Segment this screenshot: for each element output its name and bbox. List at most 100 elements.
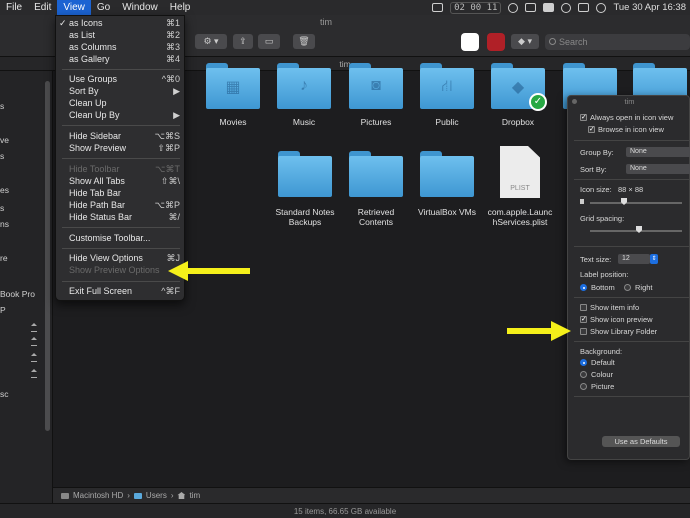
- path-macintosh-hd[interactable]: Macintosh HD: [73, 491, 123, 500]
- bg-colour-radio[interactable]: [580, 371, 587, 378]
- menu-item-hide-path-bar[interactable]: Hide Path Bar ⌥⌘P: [56, 200, 186, 212]
- action-button[interactable]: ⚙ ▾: [195, 34, 227, 49]
- sidebar-scrollbar[interactable]: [45, 81, 50, 431]
- menu-help[interactable]: Help: [164, 0, 197, 15]
- grid-spacing-label: Grid spacing:: [580, 214, 625, 223]
- label-right-radio[interactable]: [624, 284, 631, 291]
- sidebar-item[interactable]: s: [0, 203, 4, 213]
- icon-size-slider[interactable]: [590, 202, 682, 204]
- label-bottom-text: Bottom: [591, 283, 615, 292]
- sidebar-item[interactable]: Book Pro: [0, 289, 35, 299]
- gear-icon: ⚙ ▾: [203, 36, 219, 46]
- show-library-folder-checkbox[interactable]: [580, 328, 587, 335]
- menu-edit[interactable]: Edit: [28, 0, 57, 15]
- menu-item-sort-by[interactable]: Sort By ▶: [56, 86, 186, 98]
- window-title: tim: [320, 17, 332, 27]
- sidebar-item[interactable]: s: [0, 151, 4, 161]
- share-button[interactable]: ⇪: [233, 34, 253, 49]
- acrobat-icon[interactable]: [487, 33, 505, 51]
- menu-view[interactable]: View: [57, 0, 91, 15]
- sort-by-select[interactable]: None: [626, 164, 690, 174]
- menu-file[interactable]: File: [0, 0, 28, 15]
- folder-label: Pictures: [360, 117, 392, 127]
- menu-extras: 02 00 11 Tue 30 Apr 16:38: [432, 0, 690, 15]
- eject-icon[interactable]: [31, 323, 37, 332]
- menu-item-hide-view-options[interactable]: Hide View Options ⌘J: [56, 253, 186, 265]
- label-bottom-radio[interactable]: [580, 284, 587, 291]
- volume-icon[interactable]: [596, 2, 607, 13]
- menubar-datetime[interactable]: Tue 30 Apr 16:38: [613, 2, 686, 13]
- bg-picture-radio[interactable]: [580, 383, 587, 390]
- eject-icon[interactable]: [31, 337, 37, 346]
- screen-share-icon[interactable]: [525, 3, 537, 12]
- folder-standard-notes-backups[interactable]: [278, 151, 332, 197]
- sidebar-item[interactable]: es: [0, 185, 9, 195]
- plist-file-icon[interactable]: PLIST: [500, 146, 540, 198]
- app-shortcut-icon[interactable]: [461, 33, 479, 51]
- show-icon-preview-checkbox[interactable]: ✓: [580, 316, 587, 323]
- menu-separator: [62, 158, 180, 159]
- eject-icon[interactable]: [31, 353, 37, 362]
- text-size-select[interactable]: 12: [618, 254, 650, 264]
- menu-separator: [62, 125, 180, 126]
- sidebar-item[interactable]: ns: [0, 219, 9, 229]
- path-tim[interactable]: tim: [189, 491, 200, 500]
- use-as-defaults-button[interactable]: Use as Defaults: [602, 436, 680, 447]
- music-note-icon: ♪: [300, 77, 308, 94]
- folder-movies[interactable]: ▦: [206, 63, 260, 109]
- always-open-checkbox[interactable]: ✓: [580, 114, 587, 121]
- group-by-select[interactable]: None: [626, 147, 690, 157]
- menu-item-show-preview-options: Show Preview Options: [69, 265, 160, 275]
- sync-icon[interactable]: [508, 2, 519, 13]
- menu-item-as-icons[interactable]: ✓ as Icons ⌘1: [56, 18, 186, 30]
- menu-item-exit-full-screen[interactable]: Exit Full Screen ^⌘F: [56, 286, 186, 298]
- menu-item-customise-toolbar[interactable]: Customise Toolbar...: [56, 233, 186, 245]
- folder-music[interactable]: ♪: [277, 63, 331, 109]
- menu-item-hide-status-bar[interactable]: Hide Status Bar ⌘/: [56, 212, 186, 224]
- sidebar-item[interactable]: re: [0, 253, 8, 263]
- tags-button[interactable]: ▭: [258, 34, 280, 49]
- battery-icon[interactable]: [578, 3, 590, 12]
- menu-item-hide-tab-bar[interactable]: Hide Tab Bar: [56, 188, 186, 200]
- menu-item-as-gallery[interactable]: as Gallery ⌘4: [56, 54, 186, 66]
- dropbox-button[interactable]: ◆ ▾: [511, 34, 539, 49]
- sidebar-item[interactable]: sc: [0, 389, 9, 399]
- delete-button[interactable]: 🗑: [293, 34, 315, 49]
- menu-item-show-preview[interactable]: Show Preview ⇧⌘P: [56, 143, 186, 155]
- menu-item-use-groups[interactable]: Use Groups ^⌘0: [56, 74, 186, 86]
- folder-label: Dropbox: [501, 117, 535, 127]
- menu-item-as-columns[interactable]: as Columns ⌘3: [56, 42, 186, 54]
- text-size-stepper[interactable]: ⇕: [650, 254, 658, 264]
- menu-item-clean-up[interactable]: Clean Up: [56, 98, 186, 110]
- search-field[interactable]: Search: [545, 34, 690, 50]
- grid-spacing-slider[interactable]: [590, 230, 682, 232]
- battery-level-icon[interactable]: [543, 3, 555, 12]
- menu-window[interactable]: Window: [116, 0, 164, 15]
- menu-item-show-all-tabs[interactable]: Show All Tabs ⇧⌘\: [56, 176, 186, 188]
- sidebar-item[interactable]: P: [0, 305, 6, 315]
- panel-separator: [574, 341, 690, 342]
- folder-retrieved-contents[interactable]: [349, 151, 403, 197]
- menu-item-clean-up-by[interactable]: Clean Up By ▶: [56, 110, 186, 122]
- folder-public[interactable]: ⛙: [420, 63, 474, 109]
- menu-item-as-list[interactable]: as List ⌘2: [56, 30, 186, 42]
- wifi-icon[interactable]: [561, 2, 572, 13]
- menu-item-hide-sidebar[interactable]: Hide Sidebar ⌥⌘S: [56, 131, 186, 143]
- menu-go[interactable]: Go: [91, 0, 116, 15]
- sidebar-item[interactable]: s: [0, 101, 4, 111]
- panel-separator: [574, 179, 690, 180]
- folder-pictures[interactable]: ◙: [349, 63, 403, 109]
- menu-separator: [62, 248, 180, 249]
- bg-default-radio[interactable]: [580, 359, 587, 366]
- hard-drive-icon: [61, 492, 69, 499]
- path-users[interactable]: Users: [146, 491, 167, 500]
- chevron-right-icon: ›: [170, 491, 174, 500]
- show-item-info-checkbox[interactable]: [580, 304, 587, 311]
- folder-virtualbox-vms[interactable]: [420, 151, 474, 197]
- eject-icon[interactable]: [31, 369, 37, 378]
- sidebar-item[interactable]: ve: [0, 135, 9, 145]
- dropbox-status-icon[interactable]: [432, 3, 444, 12]
- file-label: com.apple.Launc hServices.plist: [487, 207, 553, 227]
- browse-in-checkbox[interactable]: ✓: [588, 126, 595, 133]
- group-by-label: Group By:: [580, 148, 614, 157]
